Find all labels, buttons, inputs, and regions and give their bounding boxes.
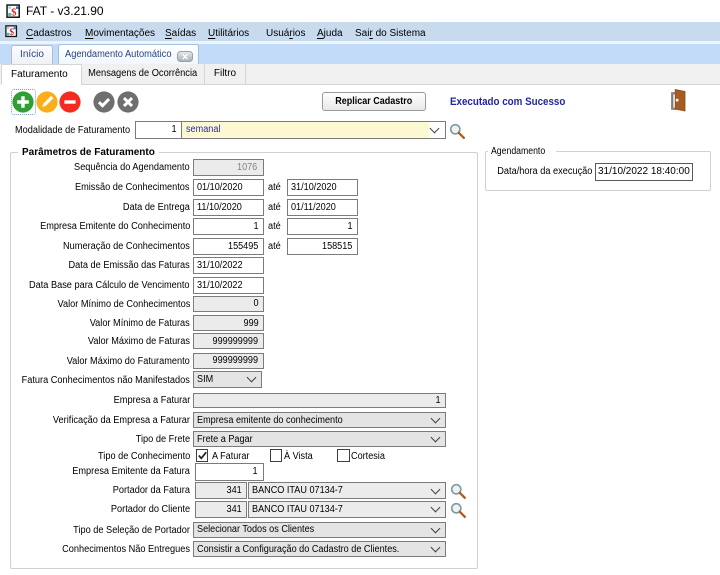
svg-text:$: $ [11,6,17,18]
svg-text:$: $ [9,27,14,38]
